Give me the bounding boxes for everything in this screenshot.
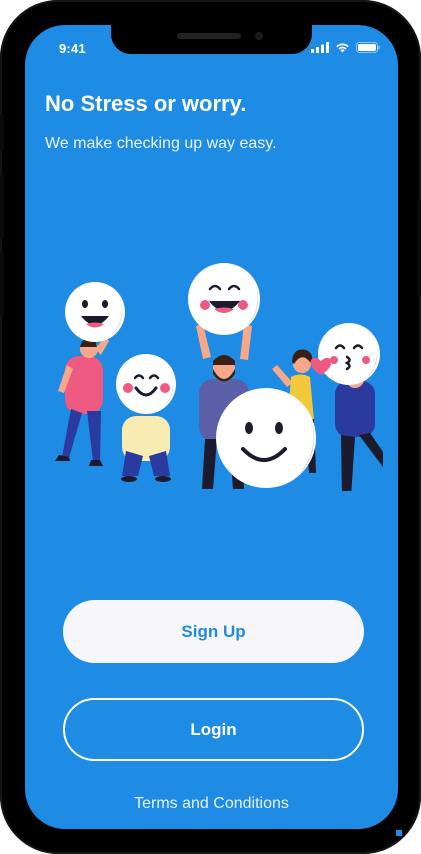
status-time: 9:41 xyxy=(59,41,86,56)
wifi-icon xyxy=(336,43,349,53)
battery-icon xyxy=(356,42,380,53)
person-pink-shirt xyxy=(55,282,125,466)
terms-and-conditions-link[interactable]: Terms and Conditions xyxy=(25,795,398,813)
sign-up-button[interactable]: Sign Up xyxy=(63,600,364,663)
volume-down-button xyxy=(0,252,4,316)
phone-frame: 9:41 No Stress or worry. We make checkin… xyxy=(0,0,421,854)
people-with-smileys-illustration xyxy=(55,263,383,491)
corner-accent xyxy=(396,830,402,836)
status-icons xyxy=(311,42,380,53)
screen: 9:41 No Stress or worry. We make checkin… xyxy=(25,25,398,829)
notch xyxy=(111,25,312,54)
front-camera xyxy=(255,32,263,40)
login-button[interactable]: Login xyxy=(63,698,364,761)
power-button xyxy=(417,200,421,296)
signal-icon xyxy=(311,42,329,53)
person-navy-top xyxy=(310,323,383,491)
headline: No Stress or worry. xyxy=(45,91,247,116)
speaker xyxy=(177,33,241,39)
subheadline: We make checking up way easy. xyxy=(45,135,277,152)
volume-up-button xyxy=(0,175,4,239)
person-yellow-shirt xyxy=(116,354,176,482)
mute-switch xyxy=(0,115,4,151)
big-smiley-face xyxy=(216,388,316,488)
